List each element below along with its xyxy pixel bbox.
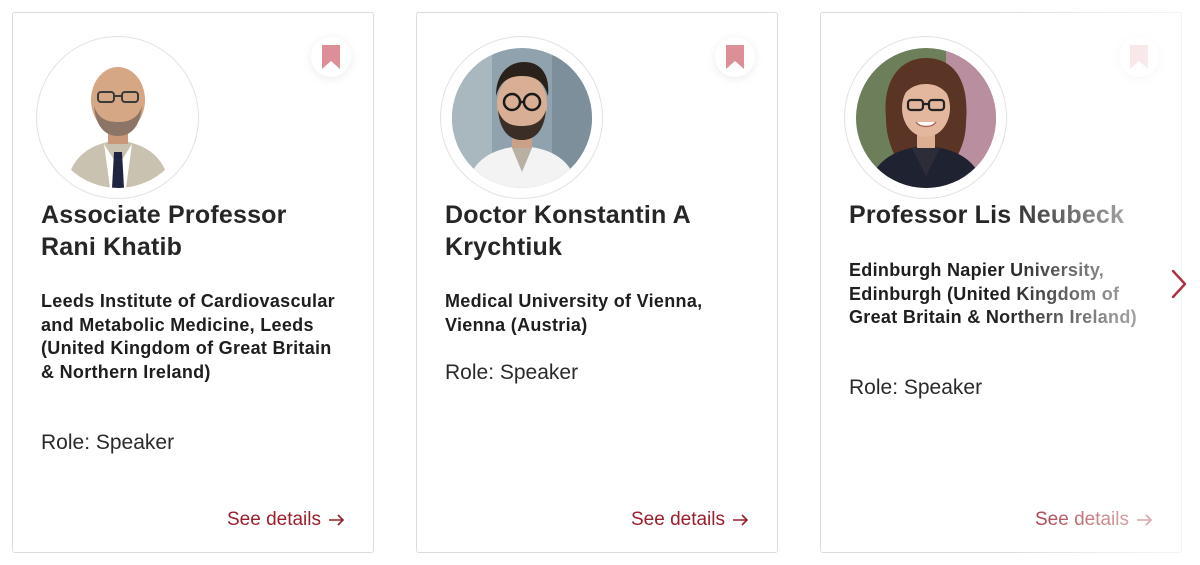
see-details-label: See details (630, 509, 725, 530)
speaker-carousel: Associate Professor Rani Khatib Leeds In… (0, 0, 1200, 565)
see-details-label: See details (226, 509, 321, 530)
bookmark-icon (726, 45, 744, 69)
speaker-name: Associate Professor Rani Khatib (41, 199, 351, 263)
speaker-photo (451, 47, 592, 188)
speaker-name-line1: Associate Professor (41, 201, 287, 229)
chevron-right-icon (1171, 269, 1187, 299)
see-details-link[interactable]: See details (1035, 508, 1153, 532)
carousel-next-button[interactable] (1166, 264, 1192, 304)
avatar (844, 36, 1007, 199)
speaker-name-line2: Rani Khatib (41, 233, 183, 261)
speaker-name-line2: Krychtiuk (445, 233, 563, 261)
speaker-card: Associate Professor Rani Khatib Leeds In… (12, 12, 374, 553)
speaker-photo (47, 47, 188, 188)
speaker-affiliation: Leeds Institute of Cardiovascular and Me… (41, 291, 335, 382)
speaker-role: Role: Speaker (445, 361, 579, 384)
see-details-link[interactable]: See details (227, 508, 345, 532)
speaker-name-line1: Doctor Konstantin A (445, 201, 691, 229)
speaker-photo (855, 47, 996, 188)
bookmark-icon (322, 45, 340, 69)
bookmark-icon (1130, 45, 1148, 69)
arrow-right-icon (329, 514, 345, 526)
see-details-label: See details (1034, 509, 1129, 530)
speaker-affiliation: Medical University of Vienna, Vienna (Au… (445, 291, 703, 335)
speaker-card: Professor Lis Neubeck Edinburgh Napier U… (820, 12, 1182, 553)
speaker-role: Role: Speaker (41, 431, 175, 454)
bookmark-button[interactable] (1119, 37, 1159, 77)
arrow-right-icon (733, 514, 749, 526)
speaker-role: Role: Speaker (849, 376, 983, 399)
arrow-right-icon (1137, 514, 1153, 526)
speaker-name-line1: Professor Lis Neubeck (849, 201, 1125, 229)
speaker-card: Doctor Konstantin A Krychtiuk Medical Un… (416, 12, 778, 553)
speaker-affiliation: Edinburgh Napier University, Edinburgh (… (849, 260, 1137, 327)
avatar (440, 36, 603, 199)
speaker-name: Professor Lis Neubeck (849, 199, 1159, 231)
avatar (36, 36, 199, 199)
speaker-name: Doctor Konstantin A Krychtiuk (445, 199, 755, 263)
bookmark-button[interactable] (311, 37, 351, 77)
bookmark-button[interactable] (715, 37, 755, 77)
see-details-link[interactable]: See details (631, 508, 749, 532)
